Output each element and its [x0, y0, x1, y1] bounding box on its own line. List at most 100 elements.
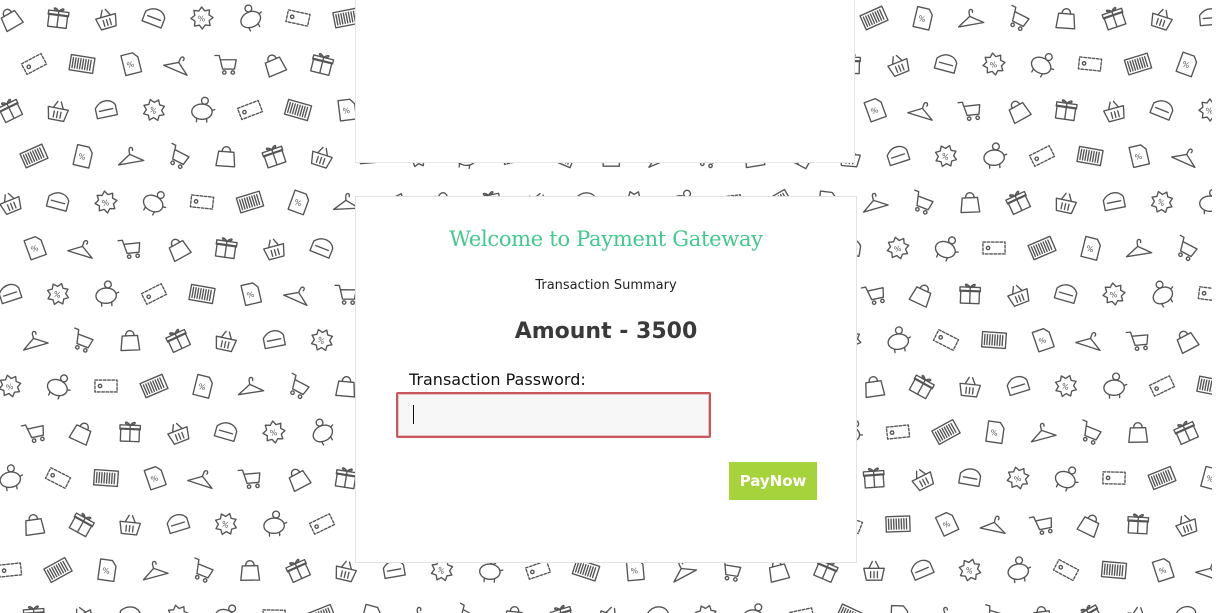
barcode-icon [43, 556, 73, 584]
shopping-bag-icon [215, 145, 236, 168]
coupon-icon [1052, 558, 1080, 582]
pay-now-button[interactable]: PayNow [729, 462, 817, 500]
svg-text:%: % [1134, 152, 1143, 162]
shopping-basket-icon [863, 560, 885, 581]
coupon-icon [524, 560, 552, 580]
svg-text:%: % [1060, 381, 1070, 392]
discount-badge-icon: % [1150, 190, 1174, 214]
barcode-icon [139, 373, 169, 399]
gift-box-icon [1127, 513, 1150, 535]
shopping-bag-icon [1008, 100, 1032, 125]
shopping-cart-icon [957, 101, 981, 122]
price-tag-icon: % [287, 189, 310, 216]
barcode-icon [92, 468, 120, 488]
piggy-bank-icon [312, 418, 334, 446]
price-tag-icon: % [1080, 235, 1101, 261]
hanger-icon [907, 101, 933, 121]
svg-text:%: % [342, 106, 350, 116]
shopping-cart-icon [20, 424, 45, 444]
svg-text:%: % [436, 565, 447, 576]
transaction-password-label: Transaction Password: [409, 370, 586, 389]
piggy-bank-icon [934, 236, 959, 262]
svg-text:%: % [101, 198, 109, 208]
shopping-basket-icon [0, 192, 22, 216]
shopping-basket-icon [71, 606, 95, 613]
barcode-icon [1196, 375, 1212, 397]
shopping-bag-icon [68, 422, 92, 446]
price-tag-icon: % [337, 98, 358, 122]
page-title: Welcome to Payment Gateway [449, 227, 763, 251]
shopping-cart-icon [290, 372, 310, 400]
svg-text:%: % [5, 382, 14, 392]
coupon-icon [308, 513, 336, 535]
coupon-icon [140, 283, 168, 305]
gift-box-icon [68, 512, 95, 538]
shopping-bag-icon [908, 284, 932, 308]
piggy-bank-icon [214, 604, 237, 613]
price-tag-icon: % [1128, 144, 1151, 169]
discount-badge-icon: % [694, 604, 718, 613]
piggy-bank-icon [95, 280, 120, 307]
price-tag-icon: % [143, 466, 167, 491]
discount-badge-icon: % [1006, 466, 1030, 490]
shopping-basket-icon [598, 606, 621, 613]
piggy-bank-icon [1007, 556, 1032, 584]
discount-badge-icon: % [142, 98, 166, 122]
discount-badge-icon: % [0, 374, 22, 398]
gift-box-icon [1054, 99, 1078, 122]
shopping-bag-icon [1176, 330, 1200, 355]
shopping-basket-icon [167, 422, 190, 445]
coupon-icon [1102, 471, 1126, 485]
shopping-basket-icon [95, 8, 117, 31]
barcode-icon [68, 53, 96, 75]
barcode-icon [1027, 235, 1057, 261]
hanger-icon [1125, 238, 1153, 258]
wallet-icon [1149, 100, 1174, 121]
hanger-icon [22, 330, 49, 351]
shopping-bag-icon [1033, 606, 1054, 613]
barcode-icon [931, 418, 961, 446]
svg-text:%: % [941, 519, 951, 530]
shopping-cart-icon [1082, 419, 1102, 445]
shopping-cart-icon [117, 239, 141, 260]
price-tag-icon: % [120, 52, 143, 77]
svg-text:%: % [150, 473, 160, 484]
wallet-icon [933, 54, 958, 74]
shopping-cart-icon [334, 284, 357, 305]
price-tag-icon: % [1175, 51, 1198, 78]
coupon-icon [189, 194, 215, 210]
shopping-cart-icon [1125, 331, 1149, 351]
shopping-bag-icon [264, 54, 288, 78]
gift-box-icon [46, 7, 70, 30]
shopping-bag-icon [240, 559, 261, 582]
shopping-basket-icon [887, 54, 910, 78]
amount-display: Amount - 3500 [514, 319, 698, 344]
shopping-bag-icon [1055, 7, 1076, 30]
transaction-password-input[interactable] [396, 392, 711, 438]
shopping-cart-icon [1178, 234, 1198, 262]
svg-text:%: % [989, 60, 997, 70]
discount-badge-icon: % [934, 144, 958, 168]
discount-badge-icon: % [886, 236, 910, 260]
discount-badge-icon: % [310, 328, 334, 352]
gift-box-icon [1173, 420, 1200, 446]
svg-text:%: % [940, 151, 950, 162]
gift-box-icon [908, 374, 935, 400]
piggy-bank-icon [983, 142, 1008, 169]
coupon-icon [932, 329, 960, 351]
price-tag-icon: % [912, 5, 933, 31]
shopping-cart-icon [214, 54, 237, 75]
shopping-cart-icon [459, 602, 478, 613]
discount-badge-icon: % [94, 190, 118, 214]
barcode-icon [188, 283, 216, 305]
svg-text:%: % [893, 244, 902, 254]
discount-badge-icon: % [46, 282, 70, 306]
piggy-bank-icon [742, 603, 765, 613]
discount-badge-icon: % [214, 512, 238, 536]
shopping-bag-icon [120, 329, 141, 352]
shopping-cart-icon [860, 286, 885, 306]
wallet-icon [1006, 375, 1031, 397]
shopping-cart-icon [194, 557, 214, 583]
transaction-summary-label: Transaction Summary [535, 278, 677, 293]
shopping-basket-icon [1127, 606, 1150, 613]
